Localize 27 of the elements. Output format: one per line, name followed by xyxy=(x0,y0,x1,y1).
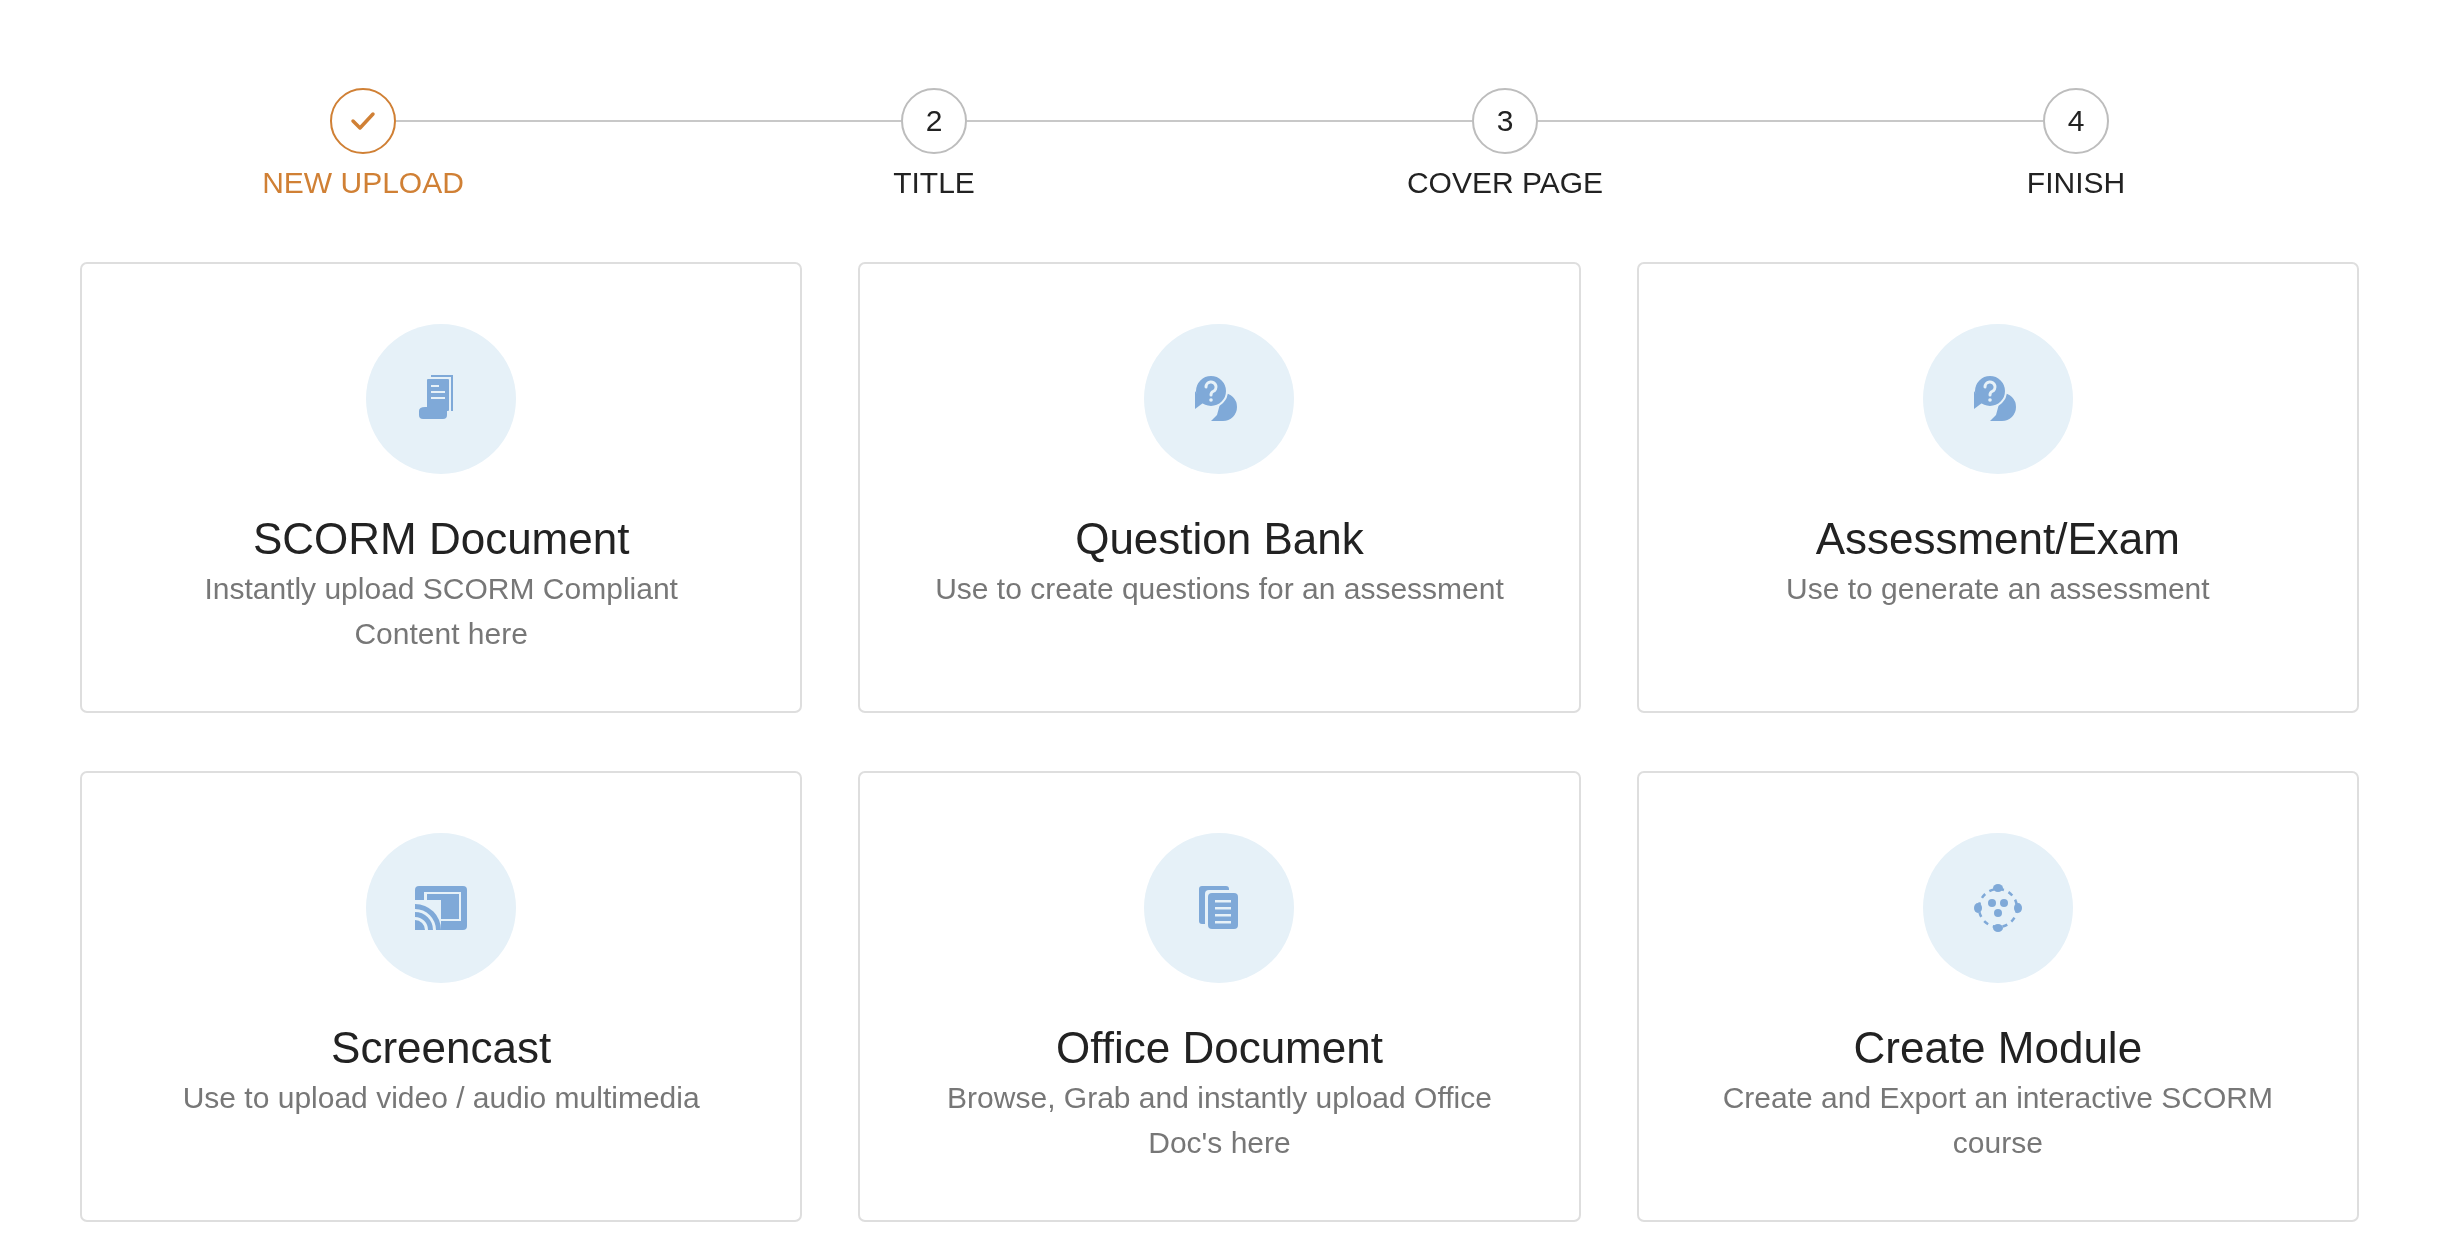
screencast-icon xyxy=(413,884,470,932)
step-label: NEW UPLOAD xyxy=(262,166,464,200)
card-description: Use to generate an assessment xyxy=(1786,571,2210,607)
card-description: Use to create questions for an assessment xyxy=(935,571,1504,607)
card-title: Create Module xyxy=(1853,1023,2143,1073)
upload-option-card[interactable]: Create Module Create and Export an interactive SCORM course xyxy=(1636,771,2359,1222)
step-label: COVER PAGE xyxy=(1406,166,1604,200)
step-number: 4 xyxy=(2067,104,2085,138)
upload-option-card[interactable]: SCORM Document Instantly upload SCORM Compliant Content here xyxy=(80,262,803,713)
upload-option-card[interactable]: Office Document Browse, Grab and instantly upload Office Doc's here xyxy=(858,771,1581,1222)
card-description: Use to upload video / audio multimedia xyxy=(182,1080,700,1116)
step-number: 3 xyxy=(1496,104,1514,138)
card-description: Instantly upload SCORM Compliant Content here xyxy=(203,571,679,652)
upload-option-card[interactable]: Assessment/Exam Use to generate an assessment xyxy=(1636,262,2359,713)
step-number: 2 xyxy=(925,104,943,138)
checkmark-icon xyxy=(350,111,376,131)
card-title: Question Bank xyxy=(1075,514,1364,564)
step-label: TITLE xyxy=(893,166,975,200)
upload-option-card[interactable]: Screencast Use to upload video / audio multimedia xyxy=(80,771,803,1222)
upload-option-card[interactable]: Question Bank Use to create questions for an assessment xyxy=(858,262,1581,713)
step-label: FINISH xyxy=(2026,166,2126,200)
card-title: Screencast xyxy=(331,1023,552,1073)
card-title: Assessment/Exam xyxy=(1815,514,2180,564)
card-title: Office Document xyxy=(1056,1023,1383,1073)
card-description: Create and Export an interactive SCORM course xyxy=(1721,1080,2274,1161)
card-description: Browse, Grab and instantly upload Office Doc's here xyxy=(946,1080,1493,1161)
card-title: SCORM Document xyxy=(252,514,630,564)
